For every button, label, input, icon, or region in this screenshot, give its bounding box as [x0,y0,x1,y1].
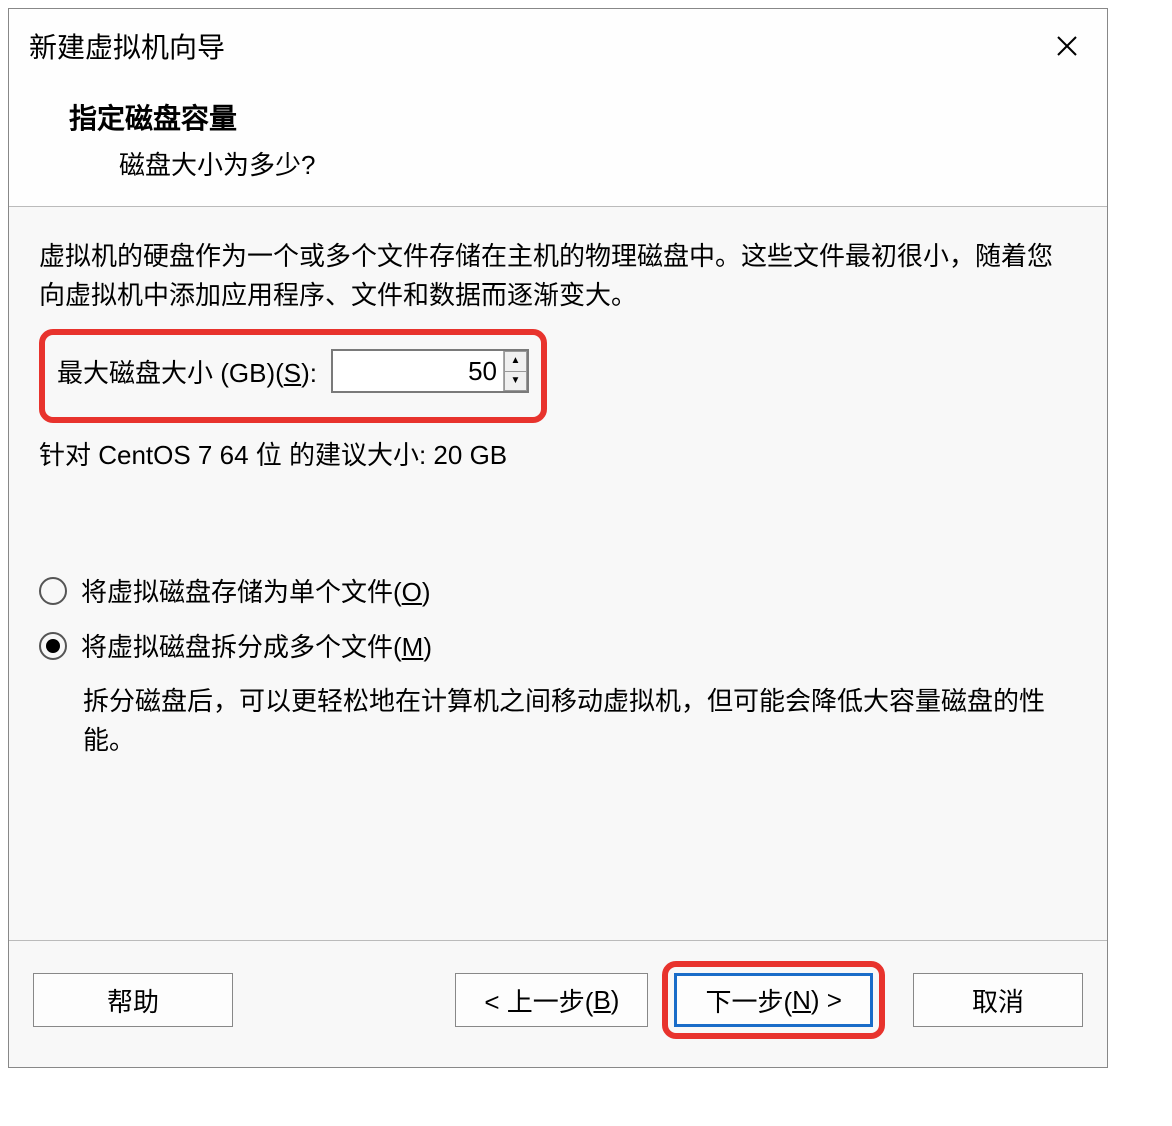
wizard-content: 虚拟机的硬盘作为一个或多个文件存储在主机的物理磁盘中。这些文件最初很小，随着您向… [9,207,1107,940]
disk-description: 虚拟机的硬盘作为一个或多个文件存储在主机的物理磁盘中。这些文件最初很小，随着您向… [39,237,1077,315]
help-button[interactable]: 帮助 [33,973,233,1027]
next-button[interactable]: 下一步(N) > [674,973,873,1027]
back-button[interactable]: < 上一步(B) [455,973,648,1027]
spinner-buttons: ▲ ▼ [503,351,527,391]
radio-split-files-label: 将虚拟磁盘拆分成多个文件(M) [81,627,432,664]
disk-split-radio-group: 将虚拟磁盘存储为单个文件(O) 将虚拟磁盘拆分成多个文件(M) 拆分磁盘后，可以… [39,572,1077,760]
cancel-button[interactable]: 取消 [913,973,1083,1027]
radio-split-hint: 拆分磁盘后，可以更轻松地在计算机之间移动虚拟机，但可能会降低大容量磁盘的性能。 [83,682,1063,760]
wizard-footer: 帮助 < 上一步(B) 下一步(N) > 取消 [9,940,1107,1067]
wizard-header: 指定磁盘容量 磁盘大小为多少? [9,79,1107,207]
page-subtitle: 磁盘大小为多少? [119,145,1087,182]
radio-single-file[interactable]: 将虚拟磁盘存储为单个文件(O) [39,572,1077,609]
suggested-size-text: 针对 CentOS 7 64 位 的建议大小: 20 GB [39,435,1077,472]
titlebar: 新建虚拟机向导 [9,9,1107,79]
disk-size-input[interactable] [333,351,503,391]
radio-unchecked-icon [39,577,67,605]
disk-size-spinner[interactable]: ▲ ▼ [331,349,529,393]
spinner-down-icon[interactable]: ▼ [504,371,527,392]
close-icon[interactable] [1047,26,1087,66]
radio-split-files[interactable]: 将虚拟磁盘拆分成多个文件(M) [39,627,1077,664]
disk-size-label: 最大磁盘大小 (GB)(S): [57,353,317,390]
page-title: 指定磁盘容量 [69,97,1087,137]
dialog-title: 新建虚拟机向导 [29,26,225,66]
next-button-highlight: 下一步(N) > [662,961,885,1039]
radio-checked-icon [39,632,67,660]
spinner-up-icon[interactable]: ▲ [504,351,527,371]
new-vm-wizard-dialog: 新建虚拟机向导 指定磁盘容量 磁盘大小为多少? 虚拟机的硬盘作为一个或多个文件存… [8,8,1108,1068]
radio-single-file-label: 将虚拟磁盘存储为单个文件(O) [81,572,431,609]
disk-size-highlight: 最大磁盘大小 (GB)(S): ▲ ▼ [39,329,547,423]
